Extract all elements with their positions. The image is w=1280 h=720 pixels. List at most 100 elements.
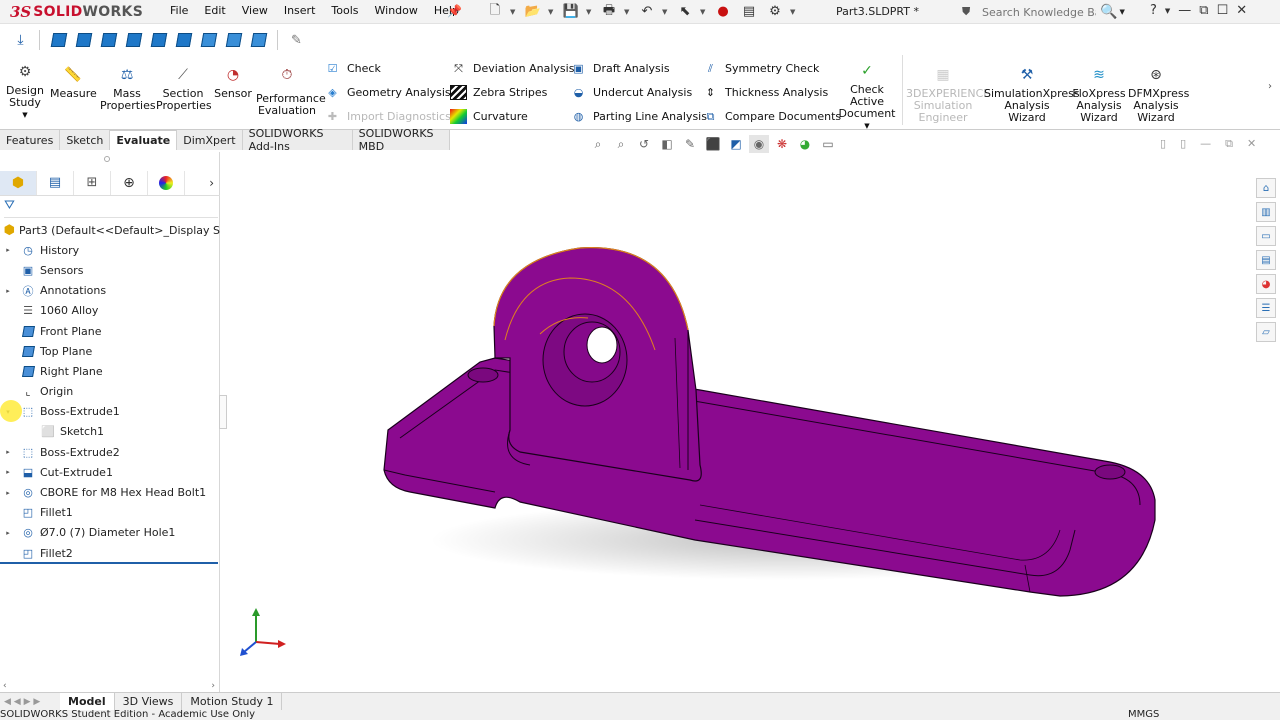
- previous-view-icon[interactable]: ↺: [634, 135, 654, 153]
- tree-node-front-plane[interactable]: Front Plane: [0, 321, 220, 341]
- check-active-document-dropdown-icon[interactable]: ▼: [834, 120, 900, 132]
- view-left-icon[interactable]: [96, 29, 121, 51]
- view-palette-icon[interactable]: ▤: [1256, 250, 1276, 270]
- tree-node-sketch1[interactable]: ⬜ Sketch1: [0, 422, 220, 442]
- open-dropdown-icon[interactable]: ▼: [548, 8, 556, 16]
- display-manager-tab-icon[interactable]: [148, 170, 185, 195]
- view-back-icon[interactable]: [71, 29, 96, 51]
- tab-features[interactable]: Features: [0, 130, 61, 150]
- tab-solidworks-mbd[interactable]: SOLIDWORKS MBD: [352, 127, 450, 153]
- tree-node-diameter-hole1[interactable]: ▸ ◎ Ø7.0 (7) Diameter Hole1: [0, 523, 220, 543]
- zoom-to-fit-icon[interactable]: ⌕: [588, 135, 608, 153]
- file-explorer-icon[interactable]: ▭: [1256, 226, 1276, 246]
- horizontal-scrollbar[interactable]: ‹ ›: [0, 680, 218, 692]
- search-dropdown-icon[interactable]: ▼: [1119, 8, 1124, 16]
- section-properties-button[interactable]: ⟋ Section Properties: [156, 65, 212, 112]
- expand-arrow-icon[interactable]: ▸: [3, 448, 13, 456]
- expand-arrow-icon[interactable]: ▸: [3, 529, 13, 537]
- configuration-manager-tab-icon[interactable]: ⊞: [74, 170, 111, 195]
- design-study-button[interactable]: ⚙ Design Study ▼: [4, 62, 46, 121]
- thickness-analysis-button[interactable]: ⇕ Thickness Analysis: [702, 85, 828, 100]
- apply-scene-icon[interactable]: ◕: [795, 135, 815, 153]
- tree-node-cut-extrude1[interactable]: ▸ ⬓ Cut-Extrude1: [0, 462, 220, 482]
- check-active-document-button[interactable]: ✓ Check Active Document ▼: [834, 61, 900, 132]
- menu-tools[interactable]: Tools: [323, 4, 366, 17]
- select-icon[interactable]: ⬉: [674, 2, 696, 21]
- tree-node-part[interactable]: ⬢ Part3 (Default<<Default>_Display S: [0, 220, 220, 240]
- view-right-icon[interactable]: [121, 29, 146, 51]
- tree-node-cbore[interactable]: ▸ ◎ CBORE for M8 Hex Head Bolt1: [0, 482, 220, 502]
- normal-to-icon[interactable]: ⤓: [8, 29, 33, 51]
- floxpress-button[interactable]: ≋ FloXpress Analysis Wizard: [1072, 65, 1126, 124]
- measure-button[interactable]: 📏 Measure: [50, 65, 97, 100]
- property-manager-tab-icon[interactable]: ▤: [37, 170, 74, 195]
- tab-solidworks-add-ins[interactable]: SOLIDWORKS Add-Ins: [242, 127, 353, 153]
- panel-grip-icon[interactable]: [104, 156, 110, 162]
- dfmxpress-button[interactable]: ⊛ DFMXpress Analysis Wizard: [1128, 65, 1189, 124]
- scroll-right-icon[interactable]: ›: [211, 681, 215, 691]
- custom-properties-icon[interactable]: ☰: [1256, 298, 1276, 318]
- tab-evaluate[interactable]: Evaluate: [110, 130, 178, 150]
- expand-arrow-icon[interactable]: ▸: [3, 489, 13, 497]
- undo-dropdown-icon[interactable]: ▼: [662, 8, 670, 16]
- undo-icon[interactable]: ↶: [636, 2, 658, 21]
- close-icon[interactable]: ✕: [1236, 3, 1247, 18]
- new-document-icon[interactable]: 🗋: [484, 2, 506, 21]
- symmetry-check-button[interactable]: ⫽ Symmetry Check: [702, 61, 819, 76]
- options-gear-icon[interactable]: ⚙: [764, 2, 786, 21]
- tree-node-right-plane[interactable]: Right Plane: [0, 361, 220, 381]
- view-isometric-icon[interactable]: [196, 29, 221, 51]
- save-dropdown-icon[interactable]: ▼: [586, 8, 594, 16]
- panel-splitter-handle[interactable]: [219, 395, 227, 429]
- units-indicator[interactable]: MMGS: [1128, 710, 1159, 720]
- expand-arrow-icon[interactable]: ▸: [3, 287, 13, 295]
- scroll-left-icon[interactable]: ‹: [3, 681, 7, 691]
- file-properties-icon[interactable]: ▤: [738, 2, 760, 21]
- viewport-restore-icon[interactable]: ⧉: [1225, 137, 1233, 151]
- tab-navigation-arrows-icon[interactable]: ◀ ◀ ▶ ▶: [0, 697, 60, 707]
- maximize-icon[interactable]: ☐: [1217, 3, 1229, 18]
- solidworks-resources-icon[interactable]: ⌂: [1256, 178, 1276, 198]
- section-view-icon[interactable]: ◧: [657, 135, 677, 153]
- expand-arrow-icon[interactable]: ▸: [3, 468, 13, 476]
- edit-appearance-icon[interactable]: ❋: [772, 135, 792, 153]
- hide-show-items-icon[interactable]: ◉: [749, 135, 769, 153]
- dimxpert-manager-tab-icon[interactable]: ⊕: [111, 170, 148, 195]
- tree-node-origin[interactable]: ⌞ Origin: [0, 382, 220, 402]
- open-icon[interactable]: 📂: [522, 2, 544, 21]
- zebra-stripes-button[interactable]: Zebra Stripes: [450, 85, 547, 100]
- restore-icon[interactable]: ⧉: [1199, 3, 1208, 18]
- tab-sketch[interactable]: Sketch: [60, 130, 111, 150]
- sensor-button[interactable]: ◔ Sensor: [212, 65, 254, 100]
- tree-node-top-plane[interactable]: Top Plane: [0, 341, 220, 361]
- pin-menu-icon[interactable]: 📌: [447, 4, 462, 18]
- search-icon[interactable]: 🔍: [1100, 4, 1117, 20]
- display-style-icon[interactable]: ◩: [726, 135, 746, 153]
- performance-evaluation-button[interactable]: ⏱ Performance Evaluation: [256, 65, 326, 117]
- tab-3d-views[interactable]: 3D Views: [115, 693, 183, 710]
- compare-documents-button[interactable]: ⧉ Compare Documents: [702, 109, 842, 124]
- tab-model[interactable]: Model: [60, 693, 115, 710]
- tree-node-sensors[interactable]: ▣ Sensors: [0, 260, 220, 280]
- part-model-viewport[interactable]: [370, 230, 1170, 610]
- tree-node-fillet2[interactable]: ◰ Fillet2: [0, 543, 220, 563]
- viewport-close-icon[interactable]: ✕: [1247, 137, 1256, 151]
- tree-node-material[interactable]: ☰ 1060 Alloy: [0, 301, 220, 321]
- viewport-tile-icon[interactable]: ▯: [1160, 137, 1166, 151]
- dynamic-annotation-icon[interactable]: ✎: [680, 135, 700, 153]
- menu-insert[interactable]: Insert: [276, 4, 324, 17]
- options-dropdown-icon[interactable]: ▼: [790, 8, 798, 16]
- rollback-bar[interactable]: [0, 562, 218, 564]
- zoom-to-area-icon[interactable]: ⌕: [611, 135, 631, 153]
- view-front-icon[interactable]: [46, 29, 71, 51]
- upright-lug[interactable]: [493, 247, 702, 482]
- print-icon[interactable]: 🖶: [598, 2, 620, 21]
- parting-line-analysis-button[interactable]: ◍ Parting Line Analysis: [570, 109, 707, 124]
- design-library-icon[interactable]: ▥: [1256, 202, 1276, 222]
- pencil-icon[interactable]: ✎: [284, 29, 309, 51]
- viewport-minimize-icon[interactable]: —: [1200, 137, 1211, 151]
- search-input[interactable]: [976, 5, 1096, 19]
- curvature-button[interactable]: Curvature: [450, 109, 528, 124]
- check-button[interactable]: ☑ Check: [324, 61, 381, 76]
- select-dropdown-icon[interactable]: ▼: [700, 8, 708, 16]
